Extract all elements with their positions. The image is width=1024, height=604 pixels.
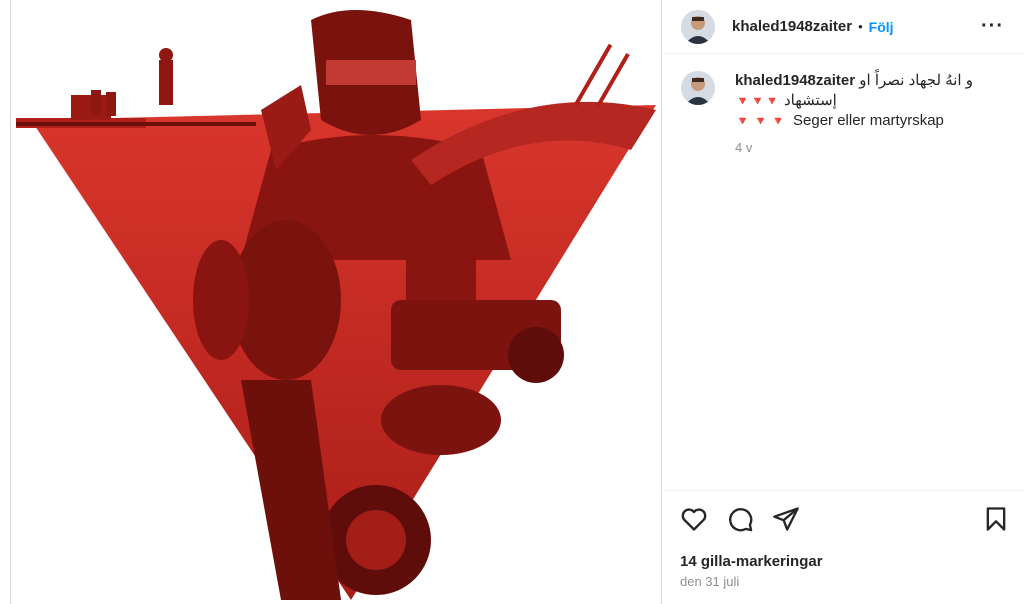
- avatar[interactable]: [681, 9, 715, 44]
- comment-body: khaled1948zaiter و انهُ لجهاد نصراً او 🔻…: [735, 71, 1005, 158]
- comment-time[interactable]: 4 v: [735, 138, 1005, 158]
- profile-photo-icon: [681, 71, 715, 105]
- post-sidebar: khaled1948zaiter • Följ ··· khaled1948za…: [661, 0, 1024, 604]
- action-icons: [680, 505, 800, 533]
- triangles-icon: 🔻🔻🔻: [735, 114, 789, 128]
- more-options-icon[interactable]: ···: [981, 15, 1004, 38]
- post-header: khaled1948zaiter • Följ ···: [662, 0, 1024, 54]
- caption-arabic: و انهُ لجهاد نصراً او: [859, 72, 974, 89]
- left-gutter: [0, 0, 11, 604]
- follow-button[interactable]: Följ: [869, 19, 894, 35]
- comment-icon[interactable]: [726, 505, 754, 533]
- triangles-icon: 🔻🔻🔻: [735, 94, 780, 108]
- comment-username[interactable]: khaled1948zaiter: [735, 72, 855, 89]
- header-username[interactable]: khaled1948zaiter: [732, 18, 852, 35]
- heart-icon[interactable]: [680, 505, 708, 533]
- caption-arabic-2: إستشهاد: [784, 92, 837, 109]
- share-icon[interactable]: [772, 505, 800, 533]
- likes-count[interactable]: 14 gilla-markeringar: [680, 553, 823, 570]
- caption-line-1: khaled1948zaiter و انهُ لجهاد نصراً او: [735, 71, 1005, 91]
- profile-photo-icon: [681, 9, 715, 44]
- bookmark-icon[interactable]: [982, 505, 1010, 533]
- post-date[interactable]: den 31 juli: [680, 574, 739, 589]
- red-collage-image: [16, 10, 656, 600]
- separator-dot: •: [858, 19, 863, 34]
- caption-line-2: 🔻🔻🔻 إستشهاد: [735, 91, 1005, 111]
- action-bar: 14 gilla-markeringar den 31 juli: [662, 490, 1024, 604]
- caption-comment: khaled1948zaiter و انهُ لجهاد نصراً او 🔻…: [662, 54, 1024, 158]
- post-image[interactable]: [11, 0, 661, 604]
- caption-swedish: Seger eller martyrskap: [793, 112, 944, 129]
- caption-line-3: 🔻🔻🔻 Seger eller martyrskap: [735, 111, 1005, 131]
- comment-avatar[interactable]: [681, 71, 715, 105]
